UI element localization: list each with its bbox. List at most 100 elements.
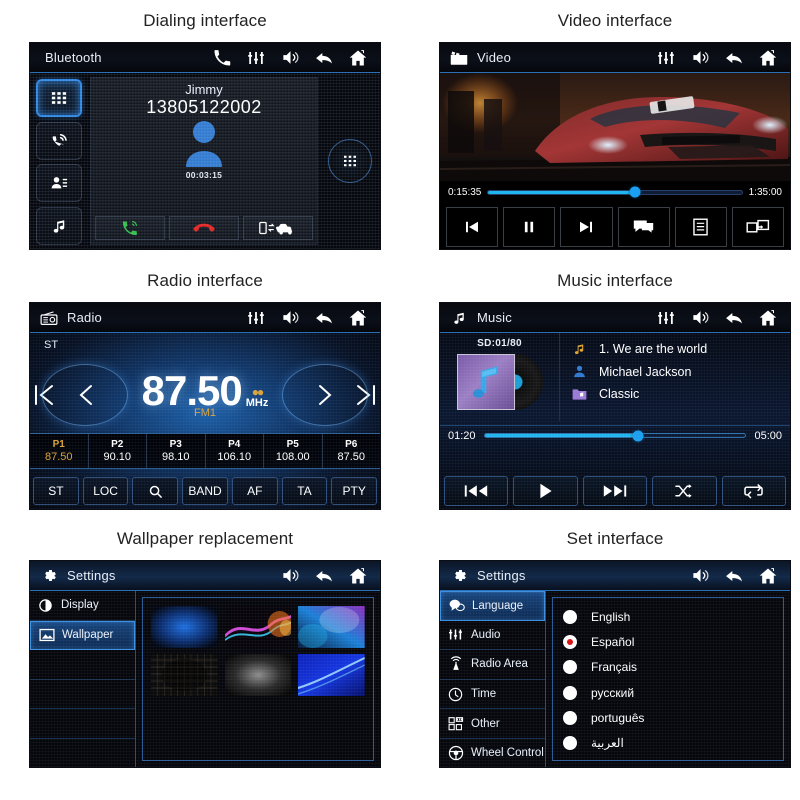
back-icon[interactable]: [724, 566, 744, 586]
sidebar-item-contacts[interactable]: [36, 164, 82, 203]
radio-button[interactable]: [563, 634, 577, 649]
tune-up-button[interactable]: [282, 364, 368, 426]
subtitle-icon[interactable]: [617, 207, 670, 247]
home-icon[interactable]: [758, 566, 778, 586]
video-frame[interactable]: [440, 73, 790, 181]
screen-share-icon[interactable]: [731, 207, 785, 247]
volume-icon[interactable]: [280, 48, 300, 68]
phone-icon[interactable]: [212, 48, 232, 68]
home-icon[interactable]: [758, 48, 778, 68]
previous-button[interactable]: [446, 207, 499, 247]
sidebar-item-label: Other: [471, 717, 500, 730]
end-call-button[interactable]: [169, 216, 239, 240]
radio-function-loc[interactable]: LOC: [82, 477, 129, 505]
repeat-button[interactable]: [721, 476, 787, 506]
sidebar-item-music[interactable]: [36, 206, 82, 245]
radio-button[interactable]: [563, 660, 577, 675]
music-seek-handle[interactable]: [632, 430, 644, 441]
volume-icon[interactable]: [690, 566, 710, 586]
wallpaper-title: Settings: [67, 568, 116, 583]
home-icon[interactable]: [758, 308, 778, 328]
pause-button[interactable]: [503, 207, 556, 247]
volume-icon[interactable]: [280, 566, 300, 586]
wallpaper-header: Settings: [30, 561, 380, 591]
language-option[interactable]: Español: [563, 630, 777, 654]
list-item[interactable]: [298, 654, 365, 696]
video-elapsed: 0:15:35: [448, 186, 482, 198]
music-seek-track[interactable]: [483, 430, 747, 441]
sidebar-item-time[interactable]: Time: [440, 680, 545, 710]
sidebar-item-empty: [30, 680, 135, 710]
sidebar-item-wheel-control[interactable]: Wheel Control: [440, 739, 545, 767]
back-icon[interactable]: [314, 48, 334, 68]
radio-preset[interactable]: P4 106.10: [206, 434, 264, 468]
home-icon[interactable]: [348, 308, 368, 328]
home-icon[interactable]: [348, 566, 368, 586]
radio-function-ta[interactable]: TA: [281, 477, 328, 505]
transfer-audio-button[interactable]: [243, 216, 313, 240]
radio-preset[interactable]: P3 98.10: [147, 434, 206, 468]
home-icon[interactable]: [348, 48, 368, 68]
equalizer-icon[interactable]: [246, 308, 266, 328]
shuffle-button[interactable]: [652, 476, 717, 506]
radio-preset[interactable]: P2 90.10: [89, 434, 147, 468]
playlist-icon[interactable]: [674, 207, 727, 247]
sidebar-item-call-history[interactable]: [36, 121, 82, 160]
back-icon[interactable]: [724, 308, 744, 328]
sidebar-item-radio-area[interactable]: Radio Area: [440, 650, 545, 680]
radio-preset[interactable]: P1 87.50: [30, 434, 89, 468]
next-button[interactable]: [560, 207, 613, 247]
volume-icon[interactable]: [690, 48, 710, 68]
list-item[interactable]: [151, 654, 218, 696]
radio-function-af[interactable]: AF: [231, 477, 278, 505]
volume-icon[interactable]: [280, 308, 300, 328]
sidebar-item-other[interactable]: Other: [440, 709, 545, 739]
radio-button[interactable]: [563, 609, 577, 624]
video-seek-track[interactable]: [487, 186, 743, 198]
wallpaper-sidebar: Display Wallpaper: [30, 591, 136, 767]
radio-function-pty[interactable]: PTY: [331, 477, 378, 505]
equalizer-icon[interactable]: [656, 48, 676, 68]
sidebar-item-language[interactable]: Language: [440, 591, 545, 621]
radio-function-st[interactable]: ST: [33, 477, 79, 505]
sidebar-item-keypad[interactable]: [36, 79, 82, 117]
list-item[interactable]: [224, 606, 292, 648]
language-option[interactable]: português: [563, 706, 777, 730]
equalizer-icon[interactable]: [246, 48, 266, 68]
language-option[interactable]: English: [563, 605, 777, 629]
video-seek-handle[interactable]: [629, 186, 641, 198]
radio-preset[interactable]: P5 108.00: [264, 434, 323, 468]
language-option[interactable]: العربية: [563, 731, 777, 755]
list-item[interactable]: ✔: [151, 606, 218, 669]
search-icon[interactable]: [132, 477, 179, 505]
sidebar-item-wallpaper[interactable]: Wallpaper: [30, 620, 135, 651]
back-icon[interactable]: [314, 566, 334, 586]
play-button[interactable]: [513, 476, 578, 506]
language-option[interactable]: русский: [563, 681, 777, 705]
tune-down-button[interactable]: [42, 364, 128, 426]
sidebar-item-display[interactable]: Display: [30, 591, 135, 621]
keypad-round-button[interactable]: [328, 139, 372, 183]
radio-button[interactable]: [563, 710, 577, 725]
music-title: Music: [477, 310, 512, 325]
frequency-display: 87.50 ●● MHz FM1: [114, 370, 296, 420]
language-option[interactable]: Français: [563, 655, 777, 679]
radio-button[interactable]: [563, 736, 577, 751]
equalizer-icon[interactable]: [656, 308, 676, 328]
answer-call-button[interactable]: [95, 216, 165, 240]
panel-dialing: Dialing interface Bluetooth Jimmy 138051…: [10, 8, 400, 268]
sidebar-item-audio[interactable]: Audio: [440, 621, 545, 651]
back-icon[interactable]: [314, 308, 334, 328]
next-track-button[interactable]: [582, 476, 648, 506]
radio-preset[interactable]: P6 87.50: [323, 434, 381, 468]
list-item[interactable]: [298, 606, 365, 648]
list-item[interactable]: [224, 654, 292, 696]
radio-function-band[interactable]: BAND: [182, 477, 228, 505]
back-icon[interactable]: [724, 48, 744, 68]
volume-icon[interactable]: [690, 308, 710, 328]
stereo-dual-icon: ●●: [251, 385, 264, 399]
radio-button[interactable]: [563, 685, 577, 700]
previous-track-button[interactable]: [444, 476, 509, 506]
avatar: [91, 119, 317, 169]
preset-frequency: 98.10: [161, 450, 190, 463]
